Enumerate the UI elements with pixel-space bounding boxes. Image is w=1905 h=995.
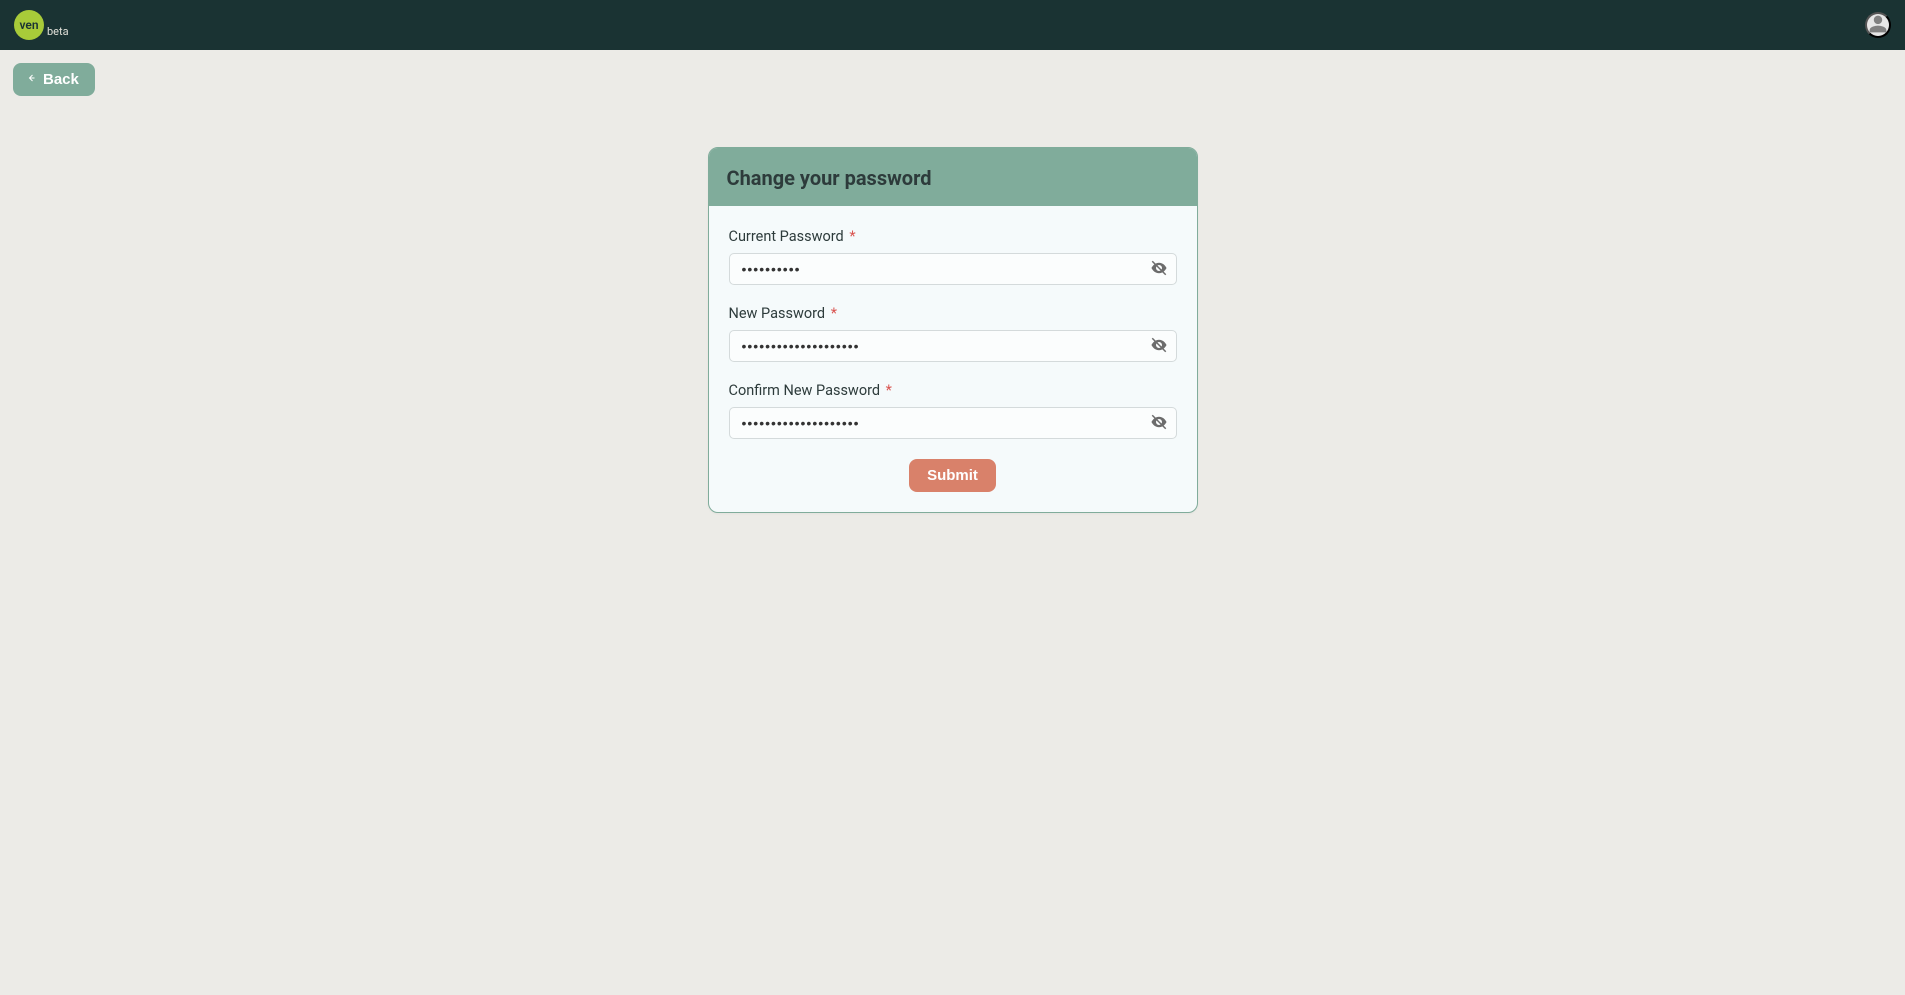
required-marker: * — [849, 228, 855, 245]
confirm-password-input-row — [729, 407, 1177, 439]
current-password-label: Current Password * — [729, 228, 1177, 245]
current-password-input-row — [729, 253, 1177, 285]
confirm-password-input[interactable] — [729, 407, 1177, 439]
eye-off-icon — [1150, 336, 1168, 357]
card-header: Change your password — [709, 148, 1197, 206]
app-header: ven beta — [0, 0, 1905, 50]
new-password-input-row — [729, 330, 1177, 362]
back-button-label: Back — [43, 71, 79, 88]
current-password-input[interactable] — [729, 253, 1177, 285]
back-button[interactable]: Back — [13, 63, 95, 96]
logo-mark-icon: ven — [14, 10, 44, 40]
field-confirm-password: Confirm New Password * — [729, 382, 1177, 439]
user-avatar-button[interactable] — [1865, 12, 1891, 38]
card-container: Change your password Current Password * — [0, 147, 1905, 513]
logo-subtext: beta — [47, 25, 69, 38]
back-row: Back — [0, 50, 1905, 109]
required-marker: * — [831, 305, 837, 322]
eye-off-icon — [1150, 413, 1168, 434]
new-password-input[interactable] — [729, 330, 1177, 362]
field-new-password: New Password * — [729, 305, 1177, 362]
toggle-visibility-current[interactable] — [1149, 259, 1169, 279]
toggle-visibility-new[interactable] — [1149, 336, 1169, 356]
card-title: Change your password — [727, 166, 1179, 190]
arrow-left-icon — [25, 71, 37, 88]
card-body: Current Password * New Password * — [709, 206, 1197, 512]
change-password-card: Change your password Current Password * — [708, 147, 1198, 513]
toggle-visibility-confirm[interactable] — [1149, 413, 1169, 433]
submit-button[interactable]: Submit — [909, 459, 996, 492]
user-icon — [1868, 14, 1888, 37]
logo[interactable]: ven beta — [14, 10, 69, 40]
new-password-label: New Password * — [729, 305, 1177, 322]
required-marker: * — [886, 382, 892, 399]
field-current-password: Current Password * — [729, 228, 1177, 285]
confirm-password-label: Confirm New Password * — [729, 382, 1177, 399]
submit-row: Submit — [729, 459, 1177, 492]
eye-off-icon — [1150, 259, 1168, 280]
logo-text: ven — [19, 18, 38, 32]
